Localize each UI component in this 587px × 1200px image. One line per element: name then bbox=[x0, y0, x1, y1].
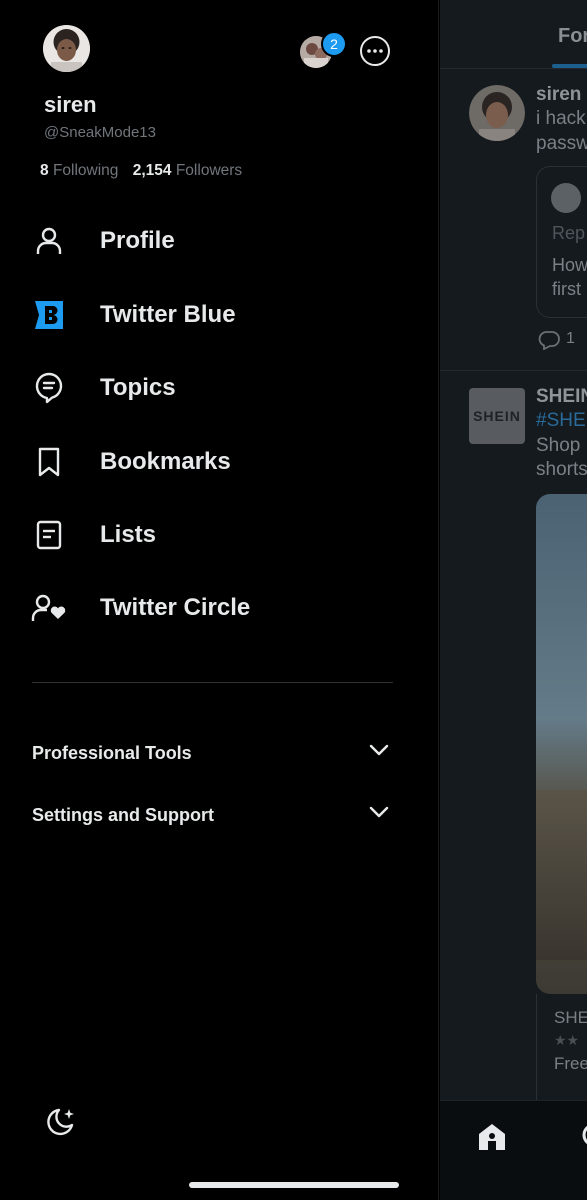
more-options-button[interactable] bbox=[360, 36, 390, 66]
profile-name[interactable]: siren bbox=[44, 92, 97, 118]
bookmark-icon bbox=[30, 446, 68, 478]
menu-label: Twitter Circle bbox=[100, 594, 251, 621]
menu-item-lists[interactable]: Lists bbox=[0, 507, 438, 563]
section-label: Settings and Support bbox=[32, 805, 214, 825]
tweet-text-line: shorts bbox=[536, 459, 587, 480]
section-label: Professional Tools bbox=[32, 743, 192, 763]
account-notification-badge: 2 bbox=[321, 31, 347, 57]
quote-text: Rep bbox=[552, 223, 586, 243]
tweet-text-line: passw bbox=[536, 133, 587, 154]
person-icon bbox=[30, 225, 68, 257]
home-icon[interactable] bbox=[476, 1121, 508, 1158]
card-title: SHE bbox=[554, 1008, 587, 1027]
search-icon[interactable] bbox=[580, 1123, 587, 1156]
tweet-text-line: Shop bbox=[536, 435, 581, 456]
quote-text: first bbox=[552, 279, 581, 299]
reply-count: 1 bbox=[566, 330, 575, 347]
menu-item-bookmarks[interactable]: Bookmarks bbox=[0, 434, 438, 490]
reply-icon[interactable] bbox=[538, 330, 560, 355]
following-count: 8 bbox=[40, 162, 49, 179]
menu-item-twitter-blue[interactable]: Twitter Blue bbox=[0, 287, 438, 343]
followers-count: 2,154 bbox=[132, 162, 172, 179]
followers-label: Followers bbox=[175, 162, 243, 179]
display-mode-moon-icon[interactable] bbox=[44, 1105, 78, 1144]
navigation-drawer: siren @SneakMode13 8 Following 2,154 Fol… bbox=[0, 0, 439, 1200]
tab-for-you[interactable]: For bbox=[558, 25, 587, 48]
menu-label: Bookmarks bbox=[100, 448, 231, 475]
twitter-circle-icon bbox=[30, 592, 68, 624]
tweet-divider bbox=[440, 370, 587, 371]
timeline-tabs: For bbox=[440, 0, 587, 69]
menu-label: Profile bbox=[100, 227, 175, 254]
promo-media-ground bbox=[536, 790, 587, 960]
lists-icon bbox=[30, 519, 68, 551]
following-link[interactable]: 8 Following bbox=[40, 162, 118, 179]
tweet-text-line: i hack bbox=[536, 108, 586, 129]
section-settings-and-support[interactable]: Settings and Support bbox=[32, 795, 393, 835]
quote-avatar bbox=[551, 183, 581, 213]
profile-handle: @SneakMode13 bbox=[44, 124, 156, 141]
twitter-blue-icon bbox=[30, 299, 68, 331]
topics-icon bbox=[30, 372, 68, 404]
follow-counts: 8 Following 2,154 Followers bbox=[40, 162, 242, 180]
menu-item-twitter-circle[interactable]: Twitter Circle bbox=[0, 580, 438, 636]
followers-link[interactable]: 2,154 Followers bbox=[133, 162, 242, 179]
promo-card[interactable]: SHE ★★ Free bbox=[536, 994, 587, 1105]
menu-item-topics[interactable]: Topics bbox=[0, 360, 438, 416]
more-dots-icon bbox=[367, 49, 383, 53]
tweet-avatar[interactable] bbox=[469, 85, 525, 141]
menu-label: Twitter Blue bbox=[100, 301, 236, 328]
following-label: Following bbox=[52, 162, 119, 179]
bottom-nav bbox=[440, 1100, 587, 1200]
shein-logo-text: SHEIN bbox=[473, 408, 521, 424]
quoted-tweet[interactable]: Rep How first bbox=[536, 166, 587, 318]
chevron-down-icon bbox=[369, 805, 389, 824]
tweet-author[interactable]: siren bbox=[536, 84, 581, 106]
card-text: Free bbox=[554, 1054, 587, 1073]
section-professional-tools[interactable]: Professional Tools bbox=[32, 733, 393, 773]
tweet-author[interactable]: SHEIN bbox=[536, 386, 587, 408]
menu-item-profile[interactable]: Profile bbox=[0, 213, 438, 269]
tweet-hashtag[interactable]: #SHE bbox=[536, 410, 586, 432]
tab-indicator bbox=[552, 64, 587, 68]
menu-label: Topics bbox=[100, 374, 176, 401]
rating-stars-icon: ★★ bbox=[554, 1032, 580, 1048]
menu-label: Lists bbox=[100, 521, 157, 548]
profile-avatar[interactable] bbox=[43, 25, 90, 72]
quote-text: How bbox=[552, 255, 587, 275]
menu-divider bbox=[32, 682, 393, 683]
home-indicator[interactable] bbox=[189, 1182, 399, 1188]
shein-avatar[interactable]: SHEIN bbox=[469, 388, 525, 444]
chevron-down-icon bbox=[369, 743, 389, 762]
home-timeline: For siren i hack passw Rep How first 1 S… bbox=[440, 0, 587, 1200]
